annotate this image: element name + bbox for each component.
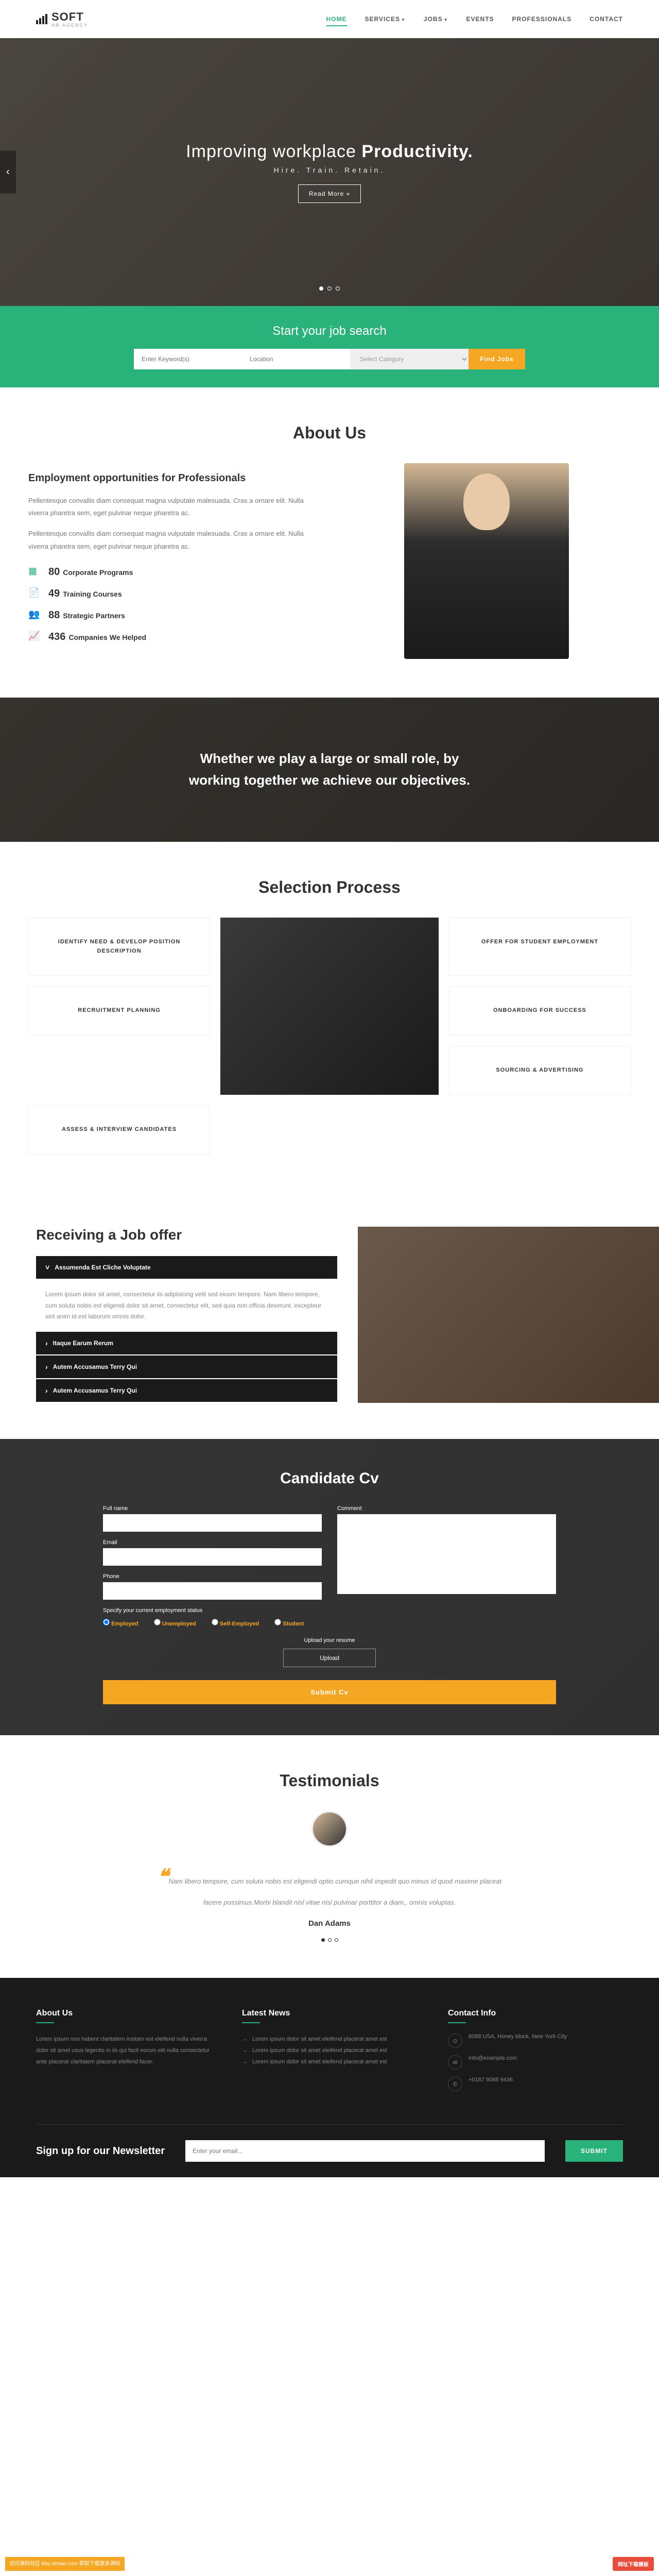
contact-email: info@example.com [469,2055,517,2070]
contact-phone: +0187 9088 9436 [469,2077,513,2091]
about-text: Pellentesque convallis diam consequat ma… [28,495,317,520]
email-input[interactable] [103,1548,322,1566]
offer-image [358,1227,659,1403]
nav-contact[interactable]: CONTACT [589,15,623,23]
phone-input[interactable] [103,1582,322,1600]
logo[interactable]: SOFT HR AGENCY [36,10,88,28]
slider-dots[interactable] [319,286,340,291]
stat-item: ▦80Corporate Programs [28,566,317,578]
email-label: Email [103,1539,322,1546]
radio-option[interactable]: Unemployed [154,1621,196,1627]
footer-news-heading: Latest News [242,2009,417,2018]
quote-icon: ❝ [158,1866,169,1888]
accordion-body: Lorem ipsum dolor sit amet, consectetur … [36,1280,337,1332]
testimonial-name: Dan Adams [28,1919,631,1928]
process-title: Selection Process [28,878,631,897]
stat-icon: 📄 [28,587,41,600]
slider-prev-arrow[interactable]: ‹ [0,151,16,194]
comment-label: Comment [337,1505,556,1512]
logo-icon [36,14,47,24]
stat-item: 📄49Training Courses [28,587,317,600]
testimonial-dots[interactable] [28,1938,631,1942]
stat-icon: ▦ [28,566,41,578]
read-more-button[interactable]: Read More » [298,184,361,203]
category-select[interactable]: Select Category [350,349,469,369]
phone-label: Phone [103,1573,322,1580]
stat-icon: 👥 [28,609,41,621]
radio-option[interactable]: Student [274,1621,304,1627]
radio-option[interactable]: Self-Employed [212,1621,259,1627]
nav-home[interactable]: HOME [326,15,347,26]
job-search-bar: Start your job search Select Category Fi… [0,306,659,387]
stat-item: 📈436Companies We Helped [28,631,317,643]
location-icon: ⊙ [448,2033,462,2048]
testimonial-text: ❝Nam libero tempore, cum soluta nobis es… [149,1857,510,1909]
hero-subtitle: Hire. Train. Retain. [186,166,473,174]
news-item[interactable]: Lorem ipsum dolor sit amet eleifend plac… [242,2045,417,2056]
process-step[interactable]: OFFER FOR STUDENT EMPLOYMENT [449,918,631,976]
contact-address: 8088 USA, Honey block, New York City [469,2033,567,2048]
process-step[interactable]: SOURCING & ADVERTISING [449,1046,631,1095]
keyword-input[interactable] [134,349,242,369]
process-step[interactable]: ASSESS & INTERVIEW CANDIDATES [28,1105,210,1155]
accordion-header[interactable]: Autem Accusamus Terry Qui [36,1355,337,1378]
mission-banner: Whether we play a large or small role, b… [0,698,659,842]
process-step[interactable]: IDENTIFY NEED & DEVELOP POSITION DESCRIP… [28,918,210,976]
testimonial-avatar [311,1811,348,1847]
accordion-header[interactable]: Assumenda Est Cliche Voluptate [36,1256,337,1279]
accordion-header[interactable]: Autem Accusamus Terry Qui [36,1379,337,1402]
logo-subtitle: HR AGENCY [51,23,88,28]
nav-professionals[interactable]: PROFESSIONALS [512,15,572,23]
nav-jobs[interactable]: JOBS▼ [424,15,448,23]
location-input[interactable] [242,349,350,369]
hero-slider: ‹ Improving workplace Productivity. Hire… [0,38,659,306]
hero-title: Improving workplace Productivity. [186,142,473,162]
submit-cv-button[interactable]: Submit Cv [103,1680,556,1704]
main-nav: HOME SERVICES▼ JOBS▼ EVENTS PROFESSIONAL… [326,14,623,24]
name-input[interactable] [103,1514,322,1532]
stat-icon: 📈 [28,631,41,643]
search-title: Start your job search [0,324,659,338]
phone-icon: ✆ [448,2077,462,2091]
radio-option[interactable]: Employed [103,1621,138,1627]
cv-title: Candidate Cv [103,1470,556,1487]
process-image [220,918,439,1095]
about-subtitle: Employment opportunities for Professiona… [28,472,317,484]
logo-text: SOFT [51,10,88,24]
accordion-header[interactable]: Itaque Earum Rerum [36,1332,337,1354]
about-text: Pellentesque convallis diam consequat ma… [28,528,317,553]
nav-events[interactable]: EVENTS [466,15,494,23]
find-jobs-button[interactable]: Find Jobs [469,349,525,369]
offer-title: Receiving a Job offer [36,1227,337,1243]
comment-textarea[interactable] [337,1514,556,1594]
upload-label: Upload your resume [103,1637,556,1643]
newsletter-input[interactable] [185,2140,545,2162]
nav-services[interactable]: SERVICES▼ [365,15,406,23]
name-label: Full name [103,1505,322,1512]
upload-button[interactable]: Upload [283,1649,376,1667]
newsletter-submit-button[interactable]: SUBMIT [565,2140,623,2162]
footer-about-text: Lorem ipsum non habent claritatem insita… [36,2033,211,2067]
download-badge[interactable]: 网址下载模板 [613,2557,654,2571]
newsletter-heading: Sign up for our Newsletter [36,2145,165,2157]
about-image [404,463,569,659]
banner-text: Whether we play a large or small role, b… [185,748,474,791]
about-title: About Us [28,423,631,443]
employment-status-label: Specify your current employment status [103,1607,556,1614]
news-item[interactable]: Lorem ipsum dolor sit amet eleifend plac… [242,2056,417,2067]
email-icon: ✉ [448,2055,462,2070]
stat-item: 👥88Strategic Partners [28,609,317,621]
process-step[interactable]: RECRUITMENT PLANNING [28,986,210,1036]
process-step[interactable]: ONBOARDING FOR SUCCESS [449,986,631,1036]
attribution-badge: 访问源码社区 bbs.xtmiao.com 获取下载更多源码 [5,2557,125,2571]
testimonials-title: Testimonials [28,1771,631,1790]
footer-contact-heading: Contact Info [448,2009,623,2018]
footer-about-heading: About Us [36,2009,211,2018]
news-item[interactable]: Lorem ipsum dolor sit amet eleifend plac… [242,2033,417,2045]
